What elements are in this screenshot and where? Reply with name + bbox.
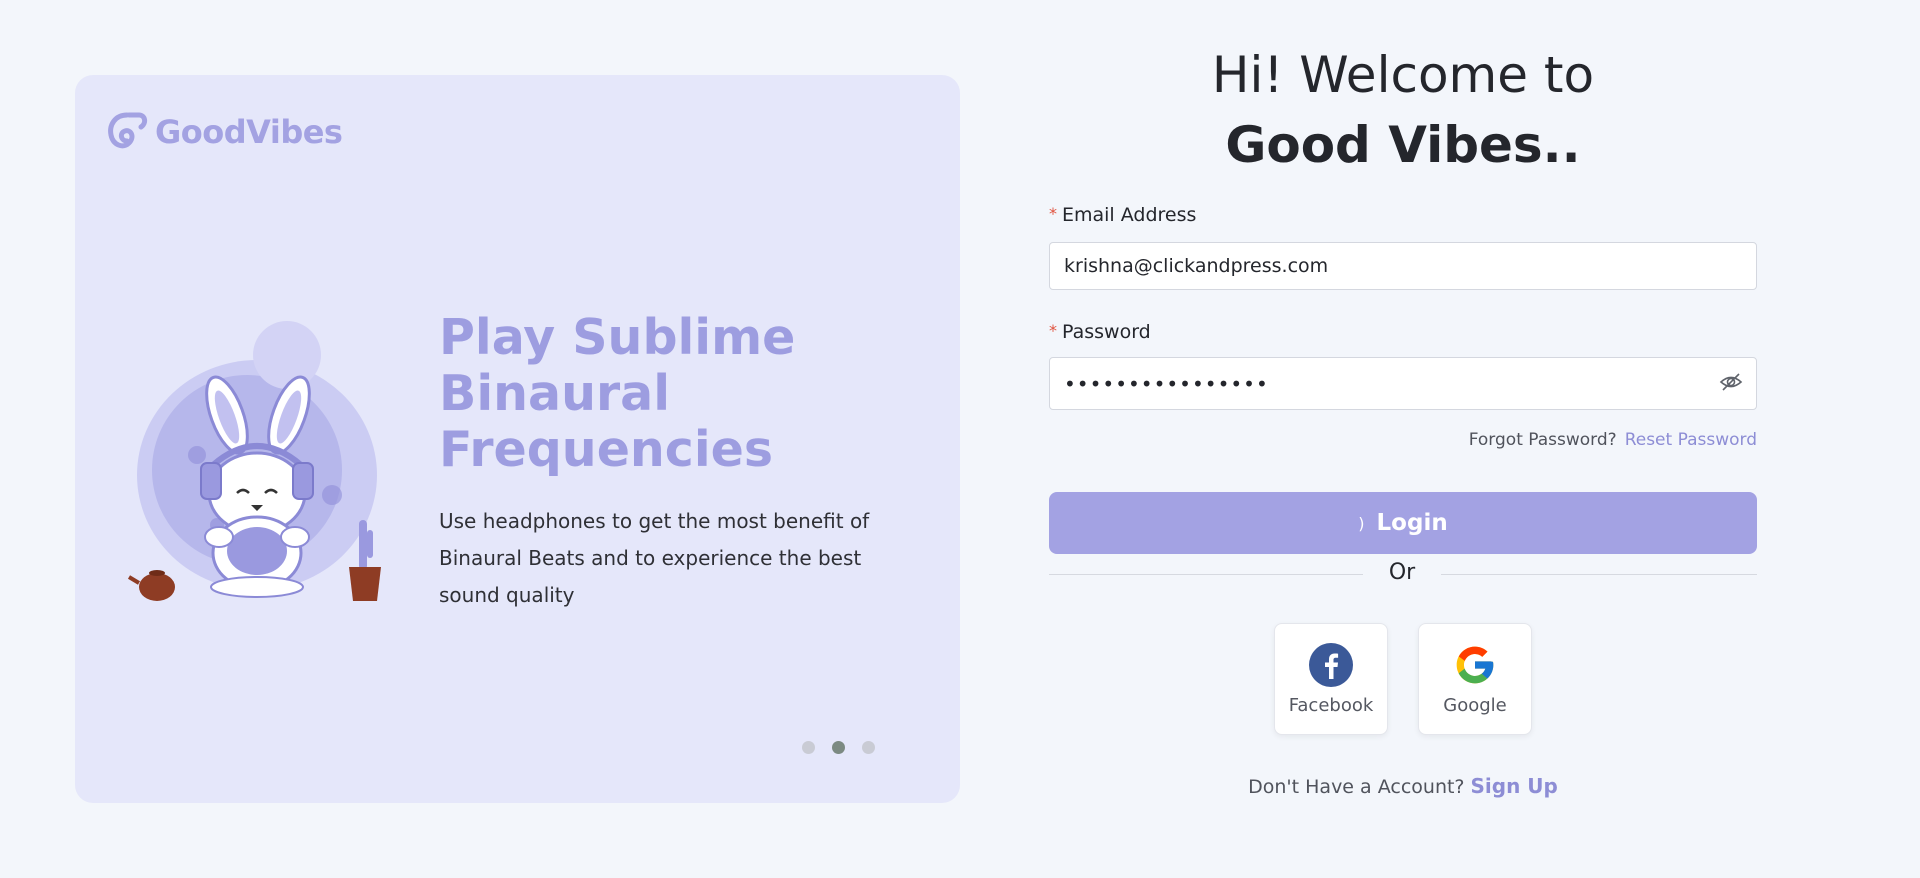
signup-link[interactable]: Sign Up	[1471, 774, 1558, 798]
welcome-line-1: Hi! Welcome to	[1211, 46, 1595, 104]
facebook-icon	[1309, 642, 1353, 687]
bunny-meditation-illustration	[127, 321, 381, 601]
carousel-dot-1[interactable]	[802, 741, 815, 754]
signup-prompt: Don't Have a Account?	[1248, 776, 1465, 798]
promo-description: Use headphones to get the most benefit o…	[439, 509, 870, 607]
forgot-password-row: Forgot Password? Reset Password	[1469, 430, 1757, 450]
facebook-label: Facebook	[1288, 694, 1374, 716]
welcome-heading: Hi! Welcome to Good Vibes..	[1049, 40, 1757, 180]
facebook-login-button[interactable]: Facebook	[1274, 623, 1388, 735]
email-label: * Email Address	[1049, 204, 1197, 226]
login-button-label: Login	[1376, 510, 1448, 536]
carousel-dot-2[interactable]	[832, 741, 845, 754]
google-login-button[interactable]: Google	[1418, 623, 1532, 735]
forgot-password-text: Forgot Password?	[1468, 430, 1617, 450]
google-icon	[1456, 646, 1494, 683]
required-marker: *	[1049, 204, 1057, 223]
promo-card: GoodVibes Play Sublime Binaural Frequenc…	[75, 75, 960, 803]
password-field[interactable]	[1049, 357, 1757, 410]
signup-row: Don't Have a Account? Sign Up	[1049, 774, 1757, 798]
reset-password-link[interactable]: Reset Password	[1625, 430, 1757, 450]
email-field[interactable]	[1049, 242, 1757, 290]
eye-off-icon[interactable]	[1719, 370, 1743, 394]
brand-logo: GoodVibes	[105, 109, 343, 155]
goodvibes-logo-icon	[108, 112, 148, 149]
or-separator: Or	[1363, 560, 1441, 585]
login-button[interactable]: ) Login	[1049, 492, 1757, 554]
login-form: Hi! Welcome to Good Vibes.. * Email Addre…	[1049, 0, 1757, 878]
password-label: * Password	[1049, 321, 1151, 343]
welcome-line-2: Good Vibes..	[1225, 116, 1581, 174]
logo-text: GoodVibes	[155, 113, 343, 151]
carousel-dots	[802, 741, 875, 754]
password-wrapper	[1049, 357, 1757, 410]
google-label: Google	[1443, 694, 1507, 716]
required-marker: *	[1049, 321, 1057, 340]
loading-spinner-icon: )	[1358, 513, 1365, 533]
carousel-dot-3[interactable]	[862, 741, 875, 754]
promo-title: Play Sublime Binaural Frequencies	[439, 309, 796, 478]
